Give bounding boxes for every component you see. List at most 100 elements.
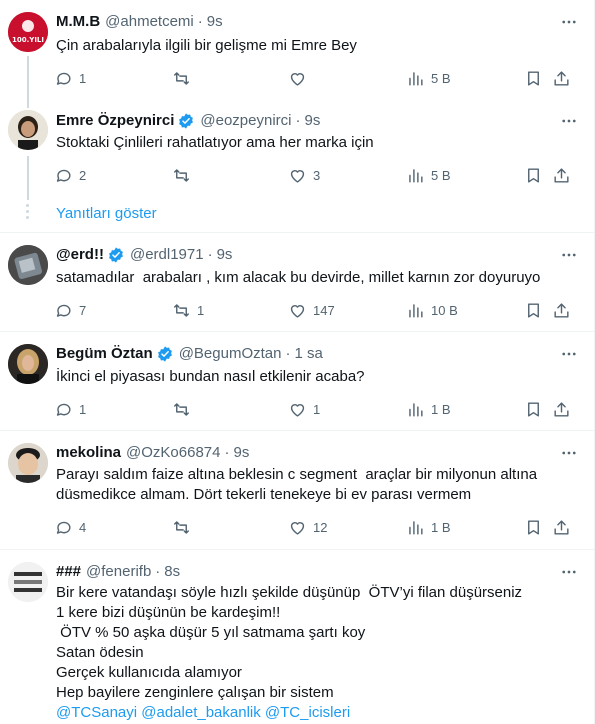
- like-count: 12: [313, 519, 328, 535]
- more-options-icon[interactable]: [554, 562, 584, 582]
- mention-link[interactable]: @adalet_bakanlik: [141, 704, 260, 721]
- display-name[interactable]: @erd!!: [56, 245, 104, 265]
- reply-button[interactable]: 2: [54, 163, 86, 187]
- thread-line: [27, 56, 29, 100]
- reply-button[interactable]: 4: [54, 515, 86, 539]
- mention-link[interactable]: @TC_icisleri: [265, 704, 350, 721]
- views-button[interactable]: 5 B: [406, 66, 451, 90]
- more-options-icon[interactable]: [554, 344, 584, 364]
- timestamp[interactable]: 9s: [233, 443, 249, 463]
- timestamp[interactable]: 1 sa: [294, 344, 322, 364]
- views-button[interactable]: 1 B: [406, 515, 451, 539]
- views-count: 1 B: [431, 519, 451, 535]
- timestamp[interactable]: 9s: [305, 111, 321, 131]
- display-name[interactable]: Begüm Öztan: [56, 344, 153, 364]
- retweet-button[interactable]: [172, 515, 197, 539]
- share-button[interactable]: [552, 66, 571, 90]
- reply-button[interactable]: 1: [54, 397, 86, 421]
- avatar-image: [8, 443, 48, 483]
- bookmark-icon: [528, 167, 539, 183]
- verified-badge-icon: [179, 113, 194, 129]
- avatar[interactable]: [8, 562, 48, 602]
- avatar[interactable]: [8, 443, 48, 483]
- bookmark-icon: [528, 401, 539, 417]
- display-name[interactable]: ###: [56, 562, 81, 582]
- share-button[interactable]: [552, 515, 571, 539]
- tweet-mekolina[interactable]: mekolina @OzKo66874 · 9s Parayı saldım f…: [0, 431, 594, 549]
- views-button[interactable]: 1 B: [406, 397, 451, 421]
- like-count: 3: [313, 167, 321, 183]
- timestamp[interactable]: 9s: [207, 12, 223, 32]
- like-button[interactable]: 1: [288, 397, 320, 421]
- mention-link[interactable]: @TCSanayi: [56, 704, 137, 721]
- share-button[interactable]: [552, 397, 571, 421]
- reply-button[interactable]: 7: [54, 298, 86, 322]
- tweet-actions: 1 1 1 B: [50, 397, 580, 421]
- retweet-button[interactable]: [172, 397, 197, 421]
- retweet-button[interactable]: [172, 66, 197, 90]
- avatar-image: [8, 562, 48, 602]
- tweet-text-line: Satan ödesin: [56, 644, 144, 661]
- bookmark-button[interactable]: [524, 298, 543, 322]
- tweet-emre[interactable]: Emre Özpeynirci @eozpeynirci · 9s Stokta…: [0, 100, 594, 200]
- tweet-text-line: İkinci el piyasası bundan nasıl etkileni…: [56, 368, 365, 385]
- more-options-icon[interactable]: [554, 12, 584, 32]
- display-name[interactable]: Emre Özpeynirci: [56, 111, 174, 131]
- reply-button[interactable]: 1: [54, 66, 86, 90]
- like-button[interactable]: 147: [288, 298, 335, 322]
- tweet-text-line: Bir kere vatandaşı söyle hızlı şekilde d…: [56, 584, 523, 601]
- share-icon: [554, 70, 569, 86]
- heart-icon: [290, 403, 305, 417]
- user-handle[interactable]: @ahmetcemi: [105, 12, 194, 32]
- show-replies-link[interactable]: Yanıtları göster: [56, 204, 157, 224]
- more-options-icon[interactable]: [554, 443, 584, 463]
- views-count: 1 B: [431, 401, 451, 417]
- bookmark-button[interactable]: [524, 397, 543, 421]
- avatar-logo-text: 100.YILI: [12, 36, 44, 44]
- tweet-header: M.M.B @ahmetcemi · 9s: [56, 12, 223, 32]
- tweet-erd[interactable]: @erd!! @erdl1971 · 9s satamadılar arabal…: [0, 233, 594, 331]
- display-name[interactable]: M.M.B: [56, 12, 100, 32]
- share-button[interactable]: [552, 298, 571, 322]
- user-handle[interactable]: @fenerifb: [86, 562, 151, 582]
- separator-dot: ·: [207, 246, 213, 263]
- avatar[interactable]: [8, 110, 48, 150]
- avatar-image: 100.YILI: [8, 12, 48, 52]
- bookmark-button[interactable]: [524, 66, 543, 90]
- retweet-icon: [174, 303, 189, 317]
- user-handle[interactable]: @eozpeynirci: [200, 111, 291, 131]
- like-button[interactable]: 3: [288, 163, 320, 187]
- avatar[interactable]: [8, 245, 48, 285]
- share-button[interactable]: [552, 163, 571, 187]
- tweet-mmb[interactable]: 100.YILI M.M.B @ahmetcemi · 9s Çin araba…: [0, 0, 594, 100]
- user-handle[interactable]: @BegumOztan: [179, 344, 282, 364]
- display-name[interactable]: mekolina: [56, 443, 121, 463]
- separator-dot: ·: [224, 444, 230, 461]
- timestamp[interactable]: 9s: [217, 245, 233, 265]
- like-count: 147: [313, 302, 335, 318]
- tweet-text-line: düsmedikce almam. Dört tekerli tenekeye …: [56, 486, 472, 503]
- tweet-text-line: Gerçek kullanıcıda alamıyor: [56, 664, 242, 681]
- user-handle[interactable]: @OzKo66874: [126, 443, 220, 463]
- avatar-image: [8, 110, 48, 150]
- views-button[interactable]: 10 B: [406, 298, 458, 322]
- retweet-button[interactable]: [172, 163, 197, 187]
- reply-count: 4: [79, 519, 87, 535]
- retweet-button[interactable]: 1: [172, 298, 204, 322]
- like-button[interactable]: 12: [288, 515, 327, 539]
- like-button[interactable]: [288, 66, 313, 90]
- tweet-begum[interactable]: Begüm Öztan @BegumOztan · 1 sa İkinci el…: [0, 332, 594, 430]
- bookmark-button[interactable]: [524, 163, 543, 187]
- tweet-fenerifb[interactable]: ### @fenerifb · 8s Bir kere vatandaşı sö…: [0, 550, 594, 724]
- more-options-icon[interactable]: [554, 111, 584, 131]
- avatar[interactable]: [8, 344, 48, 384]
- timestamp[interactable]: 8s: [164, 562, 180, 582]
- more-options-icon[interactable]: [554, 245, 584, 265]
- views-chart-icon: [409, 303, 423, 318]
- user-handle[interactable]: @erdl1971: [130, 245, 204, 265]
- tweet-text-line: satamadılar arabaları , kım alacak bu de…: [56, 269, 541, 286]
- avatar[interactable]: 100.YILI: [8, 12, 48, 52]
- tweet-text-line: 1 kere bizi düşünün be kardeşim!!: [56, 604, 281, 621]
- views-button[interactable]: 5 B: [406, 163, 451, 187]
- bookmark-button[interactable]: [524, 515, 543, 539]
